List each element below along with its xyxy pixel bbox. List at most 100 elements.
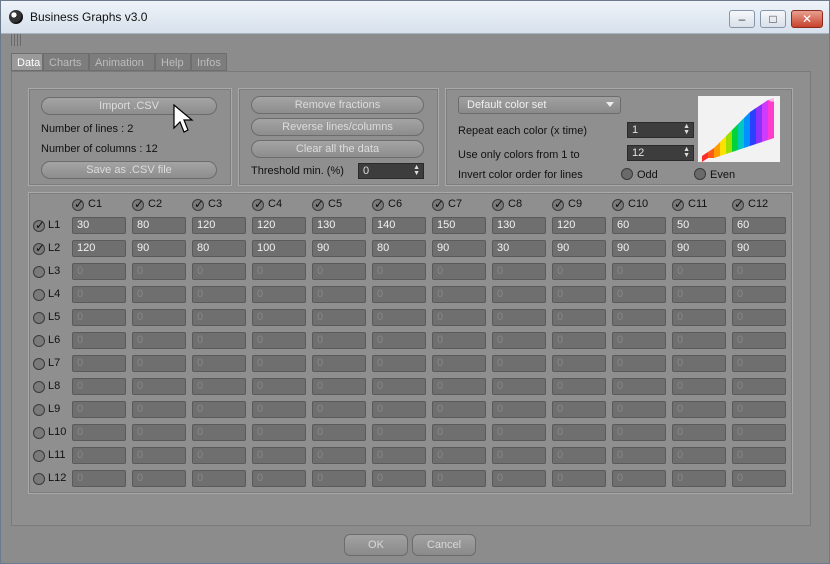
data-cell[interactable]: 0: [612, 286, 666, 303]
data-cell[interactable]: 90: [612, 240, 666, 257]
even-radio[interactable]: [694, 168, 706, 180]
data-cell[interactable]: 0: [252, 470, 306, 487]
data-cell[interactable]: 0: [372, 401, 426, 418]
data-cell[interactable]: 0: [312, 447, 366, 464]
data-cell[interactable]: 0: [372, 424, 426, 441]
data-cell[interactable]: 0: [252, 401, 306, 418]
data-cell[interactable]: 0: [612, 332, 666, 349]
data-cell[interactable]: 0: [132, 355, 186, 372]
data-cell[interactable]: 0: [132, 447, 186, 464]
data-cell[interactable]: 80: [372, 240, 426, 257]
drag-grip-icon[interactable]: [11, 34, 23, 46]
data-cell[interactable]: 0: [672, 401, 726, 418]
data-cell[interactable]: 0: [432, 470, 486, 487]
data-cell[interactable]: 50: [672, 217, 726, 234]
data-cell[interactable]: 0: [612, 424, 666, 441]
column-checkbox-c8[interactable]: [492, 197, 504, 211]
row-checkbox-l3[interactable]: [33, 266, 45, 278]
data-cell[interactable]: 0: [672, 309, 726, 326]
data-cell[interactable]: 0: [492, 447, 546, 464]
data-cell[interactable]: 120: [72, 240, 126, 257]
column-checkbox-c11[interactable]: [672, 197, 684, 211]
data-cell[interactable]: 0: [612, 309, 666, 326]
data-cell[interactable]: 150: [432, 217, 486, 234]
row-checkbox-l8[interactable]: [33, 381, 45, 393]
data-cell[interactable]: 0: [732, 401, 786, 418]
data-cell[interactable]: 0: [432, 263, 486, 280]
data-cell[interactable]: 0: [672, 470, 726, 487]
data-cell[interactable]: 0: [732, 309, 786, 326]
tab-animation[interactable]: Animation: [89, 53, 155, 71]
repeat-color-stepper[interactable]: 1 ▲ ▼: [627, 122, 694, 138]
row-checkbox-l12[interactable]: [33, 473, 45, 485]
data-cell[interactable]: 0: [552, 401, 606, 418]
data-cell[interactable]: 0: [432, 309, 486, 326]
data-cell[interactable]: 0: [492, 309, 546, 326]
data-cell[interactable]: 0: [492, 424, 546, 441]
data-cell[interactable]: 0: [252, 309, 306, 326]
data-cell[interactable]: 0: [732, 470, 786, 487]
data-cell[interactable]: 0: [612, 378, 666, 395]
data-cell[interactable]: 0: [312, 355, 366, 372]
data-cell[interactable]: 90: [312, 240, 366, 257]
data-cell[interactable]: 0: [372, 263, 426, 280]
data-cell[interactable]: 0: [372, 470, 426, 487]
data-cell[interactable]: 90: [432, 240, 486, 257]
data-cell[interactable]: 0: [72, 332, 126, 349]
data-cell[interactable]: 90: [732, 240, 786, 257]
data-cell[interactable]: 0: [732, 378, 786, 395]
data-cell[interactable]: 0: [312, 309, 366, 326]
data-cell[interactable]: 0: [552, 332, 606, 349]
data-cell[interactable]: 130: [492, 217, 546, 234]
row-checkbox-l1[interactable]: [33, 218, 45, 232]
data-cell[interactable]: 0: [252, 286, 306, 303]
data-cell[interactable]: 0: [132, 286, 186, 303]
data-cell[interactable]: 60: [732, 217, 786, 234]
data-cell[interactable]: 0: [372, 309, 426, 326]
column-checkbox-c6[interactable]: [372, 197, 384, 211]
data-cell[interactable]: 0: [192, 263, 246, 280]
data-cell[interactable]: 130: [312, 217, 366, 234]
data-cell[interactable]: 0: [252, 447, 306, 464]
data-cell[interactable]: 0: [732, 332, 786, 349]
data-cell[interactable]: 0: [312, 401, 366, 418]
data-cell[interactable]: 120: [252, 217, 306, 234]
data-cell[interactable]: 0: [312, 286, 366, 303]
data-cell[interactable]: 0: [432, 424, 486, 441]
data-cell[interactable]: 0: [192, 355, 246, 372]
data-cell[interactable]: 0: [132, 470, 186, 487]
data-cell[interactable]: 0: [252, 378, 306, 395]
data-cell[interactable]: 0: [732, 424, 786, 441]
data-cell[interactable]: 0: [72, 355, 126, 372]
data-cell[interactable]: 0: [72, 378, 126, 395]
data-cell[interactable]: 0: [372, 355, 426, 372]
data-cell[interactable]: 0: [312, 378, 366, 395]
data-cell[interactable]: 0: [72, 401, 126, 418]
data-cell[interactable]: 0: [432, 447, 486, 464]
data-cell[interactable]: 0: [492, 378, 546, 395]
data-cell[interactable]: 0: [312, 470, 366, 487]
data-cell[interactable]: 0: [672, 424, 726, 441]
data-cell[interactable]: 0: [432, 286, 486, 303]
data-cell[interactable]: 0: [552, 309, 606, 326]
column-checkbox-c2[interactable]: [132, 197, 144, 211]
data-cell[interactable]: 0: [252, 355, 306, 372]
data-cell[interactable]: 0: [492, 286, 546, 303]
data-cell[interactable]: 0: [72, 447, 126, 464]
column-checkbox-c9[interactable]: [552, 197, 564, 211]
data-cell[interactable]: 0: [672, 355, 726, 372]
data-cell[interactable]: 0: [192, 378, 246, 395]
tab-infos[interactable]: Infos: [191, 53, 227, 71]
data-cell[interactable]: 0: [192, 286, 246, 303]
data-cell[interactable]: 0: [492, 401, 546, 418]
data-cell[interactable]: 0: [552, 424, 606, 441]
data-cell[interactable]: 0: [192, 309, 246, 326]
ok-button[interactable]: OK: [344, 534, 408, 556]
close-button[interactable]: ✕: [791, 10, 823, 28]
column-checkbox-c12[interactable]: [732, 197, 744, 211]
data-cell[interactable]: 0: [432, 355, 486, 372]
only-colors-stepper[interactable]: 12 ▲ ▼: [627, 145, 694, 161]
data-cell[interactable]: 0: [672, 447, 726, 464]
row-checkbox-l6[interactable]: [33, 335, 45, 347]
data-cell[interactable]: 0: [612, 263, 666, 280]
